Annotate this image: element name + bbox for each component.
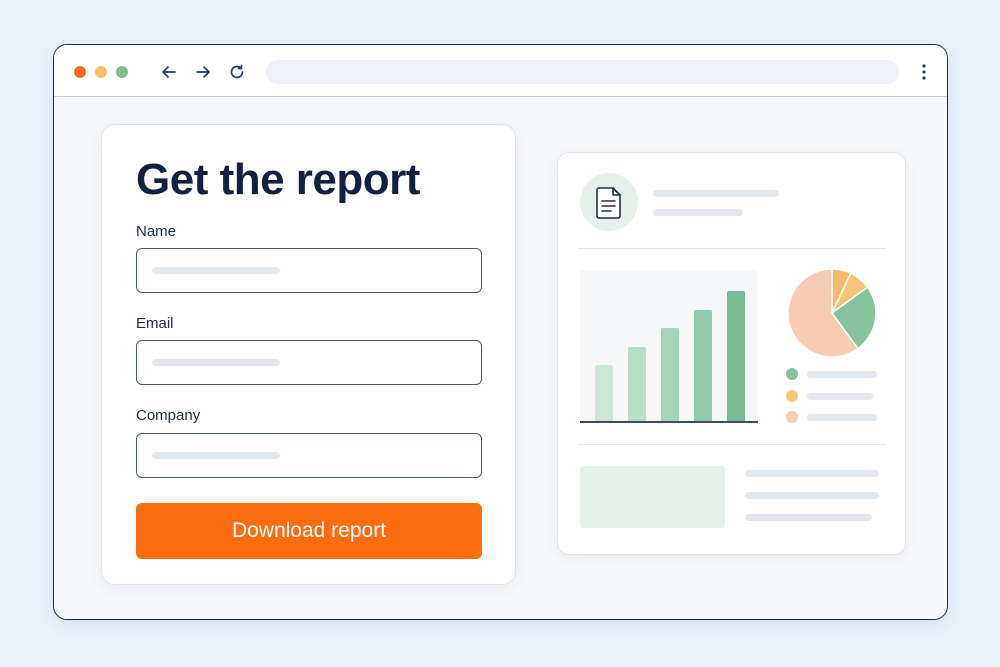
minimize-window-button[interactable]: [95, 66, 107, 78]
preview-divider-bottom: [578, 444, 886, 445]
pie-chart: [787, 268, 877, 358]
legend-dot-yellow: [786, 390, 798, 402]
maximize-window-button[interactable]: [116, 66, 128, 78]
legend-dot-green: [786, 368, 798, 380]
preview-heading-skeleton: [653, 190, 779, 197]
bar-chart-axis: [580, 421, 758, 423]
download-report-button[interactable]: Download report: [136, 503, 482, 559]
preview-image-placeholder: [580, 466, 725, 528]
bar-4: [694, 309, 712, 421]
email-label: Email: [136, 315, 174, 332]
name-label: Name: [136, 223, 177, 240]
preview-text-skeleton: [745, 492, 879, 499]
more-options-icon[interactable]: [918, 61, 930, 83]
reload-icon[interactable]: [226, 61, 248, 83]
preview-text-skeleton: [745, 514, 872, 521]
report-form-card: Get the report Name Email Company Downlo…: [101, 124, 516, 585]
name-input[interactable]: [136, 248, 482, 293]
legend-label-skeleton: [807, 414, 877, 421]
close-window-button[interactable]: [74, 66, 86, 78]
document-icon: [596, 187, 621, 219]
browser-toolbar: [54, 45, 947, 97]
legend-label-skeleton: [807, 393, 873, 400]
form-title: Get the report: [136, 155, 420, 204]
bar-5: [727, 291, 745, 421]
preview-text-skeleton: [745, 470, 879, 477]
company-label: Company: [136, 407, 201, 424]
document-icon-badge: [580, 173, 638, 231]
bar-3: [661, 328, 679, 421]
company-input[interactable]: [136, 433, 482, 478]
preview-divider-top: [578, 248, 886, 249]
report-preview-card: [557, 152, 906, 555]
preview-subheading-skeleton: [653, 209, 743, 216]
forward-arrow-icon[interactable]: [192, 61, 214, 83]
legend-label-skeleton: [807, 371, 877, 378]
bar-2: [628, 346, 646, 421]
browser-window: Get the report Name Email Company Downlo…: [53, 44, 948, 620]
back-arrow-icon[interactable]: [158, 61, 180, 83]
legend-dot-peach: [786, 411, 798, 423]
email-input[interactable]: [136, 340, 482, 385]
bar-1: [595, 365, 613, 421]
address-bar[interactable]: [266, 60, 899, 84]
